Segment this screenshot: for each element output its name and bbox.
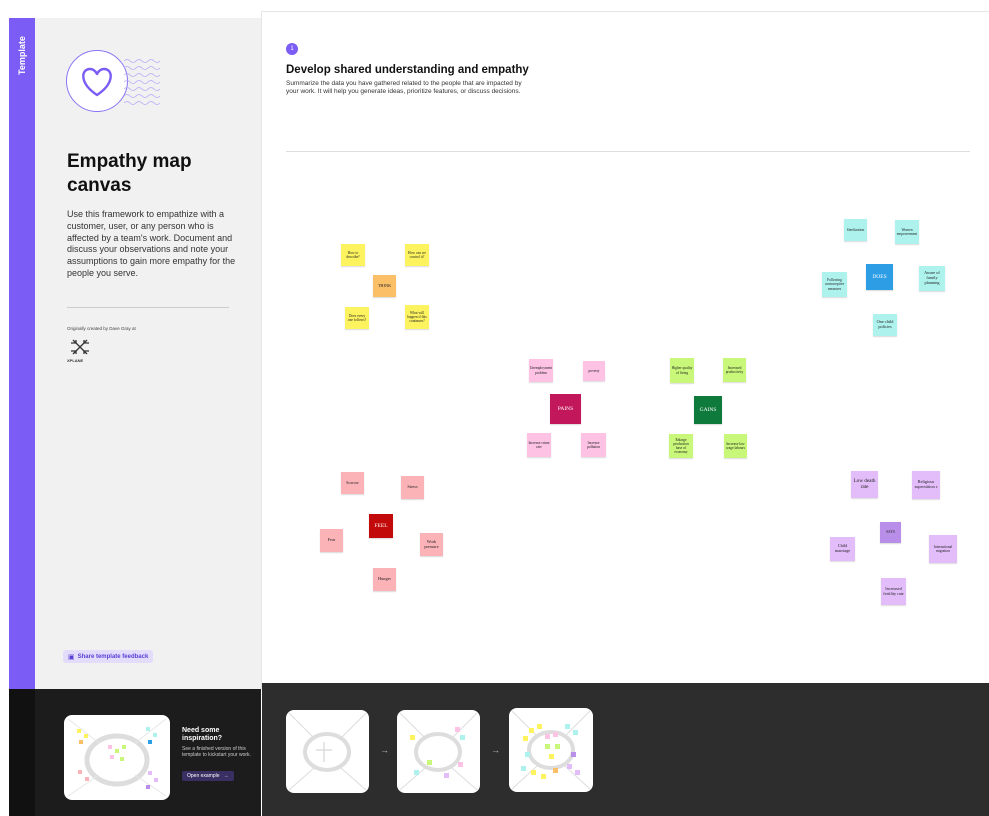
canvas-frame-left	[261, 11, 262, 683]
sticky-note[interactable]: Increased fertility rate	[881, 578, 906, 605]
progress-thumbnail-complete	[509, 708, 593, 792]
sticky-note[interactable]: Aware of family planning	[919, 266, 945, 291]
sticky-note[interactable]: Higher quality of living	[670, 358, 694, 383]
inspiration-strip	[9, 689, 35, 816]
sticky-note[interactable]: Unemployment problem	[529, 359, 553, 382]
section-description: Summarize the data you have gathered rel…	[286, 80, 522, 95]
sticky-note[interactable]: Hunger	[373, 568, 396, 591]
sticky-note[interactable]: Work pressure	[420, 533, 443, 556]
progress-thumbnail-partial	[397, 710, 480, 793]
arrow-right-icon: →	[223, 773, 229, 779]
sticky-note[interactable]: How to describe?	[341, 244, 365, 266]
does-hub-note[interactable]: DOES	[866, 264, 893, 290]
credit-text: Originally created by Dave Gray at	[67, 326, 136, 331]
comment-icon: ▣	[68, 653, 75, 661]
section-title: Develop shared understanding and empathy	[286, 64, 529, 76]
gains-hub-note[interactable]: GAINS	[694, 396, 722, 424]
sticky-note[interactable]: How can we control it?	[405, 244, 429, 266]
sticky-note[interactable]: Child marriage	[830, 537, 855, 561]
template-tab-label: Template	[17, 36, 27, 76]
sticky-note[interactable]: Stress	[401, 476, 424, 499]
inspiration-body: See a finished version of this template …	[182, 746, 251, 758]
share-feedback-label: Share template feedback	[77, 653, 149, 660]
sticky-note[interactable]: Following contraceptive measures	[822, 272, 847, 297]
sticky-note[interactable]: Sorrow	[341, 472, 364, 494]
sticky-note[interactable]: Religious superstition s	[912, 471, 940, 499]
sticky-note[interactable]: Sterilization	[844, 219, 867, 241]
heart-icon	[66, 50, 128, 112]
wave-decoration-icon	[124, 59, 161, 105]
sticky-note[interactable]: Women empowerment	[895, 220, 919, 244]
progress-strip	[262, 683, 989, 816]
sticky-note[interactable]: Fear	[320, 529, 343, 552]
think-hub-note[interactable]: THINK	[373, 275, 396, 297]
sticky-note[interactable]: One child policies	[873, 314, 897, 336]
sticky-note[interactable]: Increase crime rate	[527, 433, 551, 457]
share-feedback-button[interactable]: ▣ Share template feedback	[63, 650, 154, 663]
feel-hub-note[interactable]: FEEL	[369, 514, 393, 538]
xplane-logo: XPLANE	[67, 337, 93, 365]
section-divider	[286, 151, 970, 152]
inspiration-title: Need some inspiration?	[182, 727, 223, 742]
sticky-note[interactable]: Low death rate	[851, 471, 878, 498]
sticky-note[interactable]: Increase low wage labours	[724, 434, 747, 458]
sticky-note[interactable]: International migration	[929, 535, 957, 563]
template-description: Use this framework to empathize with a c…	[67, 209, 236, 278]
sticky-note[interactable]: Does every one follows?	[345, 307, 369, 329]
arrow-right-icon: →	[380, 745, 389, 755]
step-badge: 1	[286, 43, 298, 55]
open-example-label: Open example	[187, 773, 220, 779]
progress-thumbnail-empty	[286, 710, 369, 793]
open-example-button[interactable]: Open example →	[182, 771, 234, 781]
template-tab-strip: Template	[9, 18, 35, 689]
says-hub-note[interactable]: SAYS	[880, 522, 901, 543]
sticky-note[interactable]: What will happen if this continues?	[405, 305, 429, 329]
sticky-note[interactable]: poverty	[583, 361, 605, 381]
sticky-note[interactable]: Enlarge production base of economy	[669, 434, 693, 458]
sticky-note[interactable]: Increased productivity	[723, 358, 746, 382]
example-thumbnail[interactable]	[64, 715, 170, 800]
canvas-frame-top	[262, 11, 989, 12]
sticky-note[interactable]: Increase pollution	[581, 433, 606, 457]
template-title: Empathy map canvas	[67, 151, 192, 196]
logo-text: XPLANE	[67, 358, 84, 363]
arrow-right-icon: →	[491, 745, 500, 755]
pains-hub-note[interactable]: PAINS	[550, 394, 581, 424]
sidebar-divider	[67, 307, 229, 308]
